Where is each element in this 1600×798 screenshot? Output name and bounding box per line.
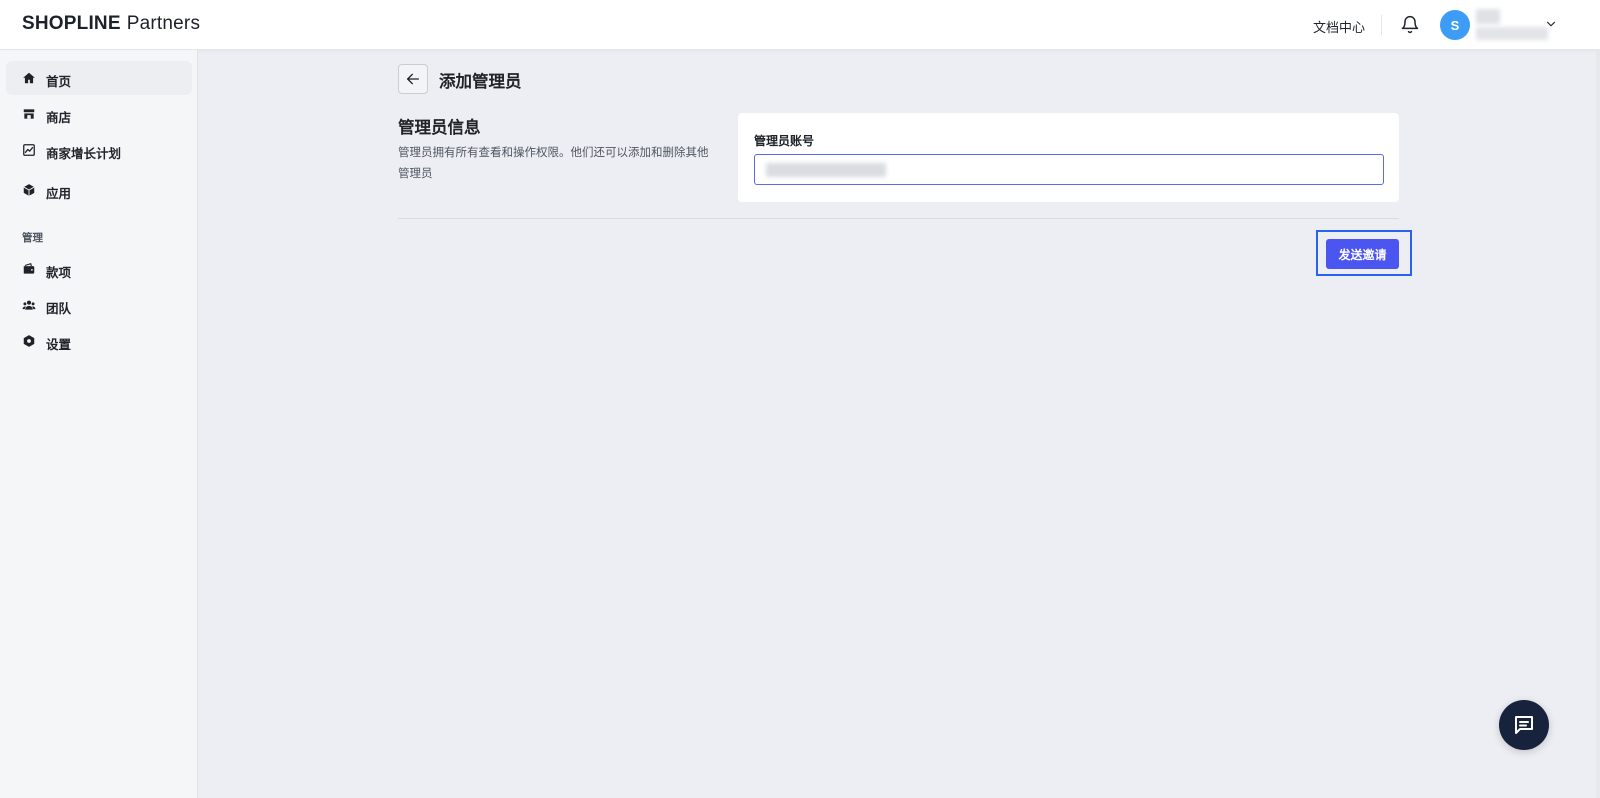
app-cube-icon bbox=[23, 184, 35, 196]
account-name-redacted bbox=[1476, 9, 1500, 24]
chat-support-button[interactable] bbox=[1499, 700, 1549, 750]
top-header: SHOPLINE Partners 文档中心 S bbox=[0, 0, 1600, 50]
admin-account-card: 管理员账号 bbox=[738, 113, 1399, 202]
sidebar-item-label: 商家增长计划 bbox=[46, 147, 122, 161]
store-icon bbox=[23, 109, 35, 119]
sidebar-item-store[interactable]: 商店 bbox=[6, 97, 192, 131]
settings-icon bbox=[23, 335, 35, 347]
header-divider bbox=[1381, 15, 1382, 35]
sidebar-item-label: 款项 bbox=[46, 266, 72, 280]
send-invite-button[interactable]: 发送邀请 bbox=[1326, 239, 1399, 269]
sidebar-item-growth-plan[interactable]: 商家增长计划 bbox=[6, 133, 192, 167]
sidebar-item-home[interactable]: 首页 bbox=[6, 61, 192, 95]
sidebar-item-label: 应用 bbox=[46, 187, 72, 201]
sidebar-item-label: 首页 bbox=[46, 75, 72, 89]
account-email-redacted bbox=[1476, 27, 1548, 40]
sidebar: 首页 商店 商家增长计划 应用 管理 款项 团队 设置 bbox=[0, 50, 198, 798]
growth-chart-icon bbox=[23, 144, 35, 156]
chat-message-icon bbox=[1515, 716, 1533, 734]
admin-account-label: 管理员账号 bbox=[754, 134, 815, 148]
page-title: 添加管理员 bbox=[439, 73, 522, 91]
chevron-down-icon[interactable] bbox=[1544, 17, 1558, 31]
content-divider bbox=[398, 218, 1399, 219]
wallet-icon bbox=[23, 263, 35, 274]
sidebar-item-label: 设置 bbox=[46, 338, 72, 352]
team-icon bbox=[22, 300, 36, 310]
section-title: 管理员信息 bbox=[398, 119, 481, 137]
admin-account-input[interactable] bbox=[754, 154, 1384, 185]
sidebar-item-settings[interactable]: 设置 bbox=[6, 324, 192, 358]
sidebar-item-payments[interactable]: 款项 bbox=[6, 252, 192, 286]
sidebar-item-team[interactable]: 团队 bbox=[6, 288, 192, 322]
doc-center-link[interactable]: 文档中心 bbox=[1313, 17, 1365, 36]
shopline-partners-logo[interactable]: SHOPLINE Partners bbox=[22, 13, 200, 35]
arrow-left-icon bbox=[407, 73, 419, 85]
logo-suffix: Partners bbox=[126, 13, 201, 34]
sidebar-item-label: 商店 bbox=[46, 111, 72, 125]
section-description: 管理员拥有所有查看和操作权限。他们还可以添加和删除其他管理员 bbox=[398, 147, 709, 180]
avatar[interactable]: S bbox=[1440, 10, 1470, 40]
sidebar-item-label: 团队 bbox=[46, 302, 72, 316]
logo-brand: SHOPLINE bbox=[22, 13, 121, 34]
sidebar-item-apps[interactable]: 应用 bbox=[6, 173, 192, 207]
back-button[interactable] bbox=[398, 64, 428, 94]
scrollbar-track[interactable] bbox=[1596, 50, 1600, 798]
sidebar-section-manage: 管理 bbox=[22, 232, 43, 244]
bell-icon[interactable] bbox=[1400, 15, 1420, 35]
input-value-redacted bbox=[766, 163, 886, 177]
home-icon bbox=[23, 72, 35, 84]
